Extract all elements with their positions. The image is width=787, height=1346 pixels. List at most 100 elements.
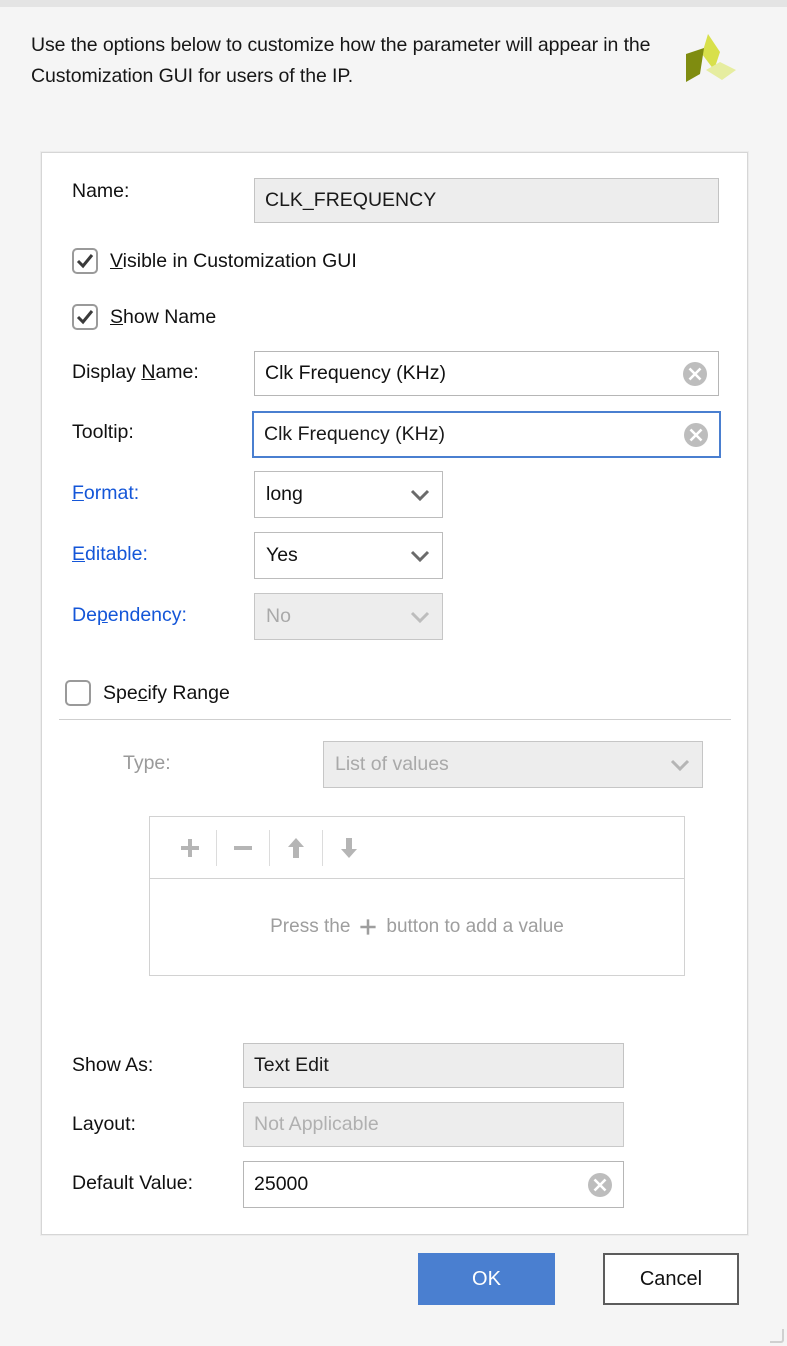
cancel-button-label: Cancel	[639, 1267, 703, 1290]
ok-button-label: OK	[472, 1267, 501, 1290]
specify-range-label-post: ify Range	[147, 681, 230, 704]
display-name-row: Display Name:	[72, 361, 199, 384]
display-name-label-pre: Display	[72, 361, 142, 383]
type-value-text: List of values	[335, 753, 449, 775]
name-row: Name:	[72, 180, 254, 203]
format-value-text: long	[266, 483, 303, 505]
move-up-button[interactable]	[270, 826, 322, 870]
arrow-up-icon	[288, 837, 304, 858]
dependency-label-post: endency:	[107, 604, 187, 626]
empty-state-text-after: button to add a value	[386, 916, 564, 937]
editable-mnemonic: E	[72, 543, 86, 565]
editable-row: Editable:	[72, 543, 148, 566]
show-name-checkbox[interactable]	[72, 304, 98, 330]
editable-label-rest: ditable:	[85, 543, 148, 565]
tooltip-input[interactable]: Clk Frequency (KHz)	[252, 411, 721, 458]
show-name-label-rest: how Name	[123, 305, 217, 328]
visible-in-gui-label: Visible in Customization GUI	[110, 250, 357, 273]
format-row: Format:	[72, 482, 139, 505]
format-mnemonic: F	[72, 482, 84, 504]
specify-range-mnemonic: c	[137, 681, 148, 704]
tooltip-row: Tooltip:	[72, 421, 134, 444]
specify-range-checkbox-row[interactable]: Specify Range	[65, 680, 230, 706]
specify-range-label-pre: Spe	[103, 681, 138, 704]
values-list-empty-state: Press the button to add a value	[150, 879, 684, 975]
chevron-down-icon	[410, 489, 430, 501]
plus-icon-inline	[357, 916, 379, 938]
display-name-mnemonic: N	[141, 361, 156, 383]
type-select: List of values	[323, 741, 703, 788]
layout-row: Layout:	[72, 1113, 136, 1136]
remove-value-button[interactable]	[217, 826, 269, 870]
resize-grip[interactable]	[770, 1329, 784, 1343]
dialog-header: Use the options below to customize how t…	[31, 30, 756, 94]
visible-mnemonic: V	[110, 249, 123, 272]
show-name-checkbox-row[interactable]: Show Name	[72, 304, 216, 330]
display-name-label: Display Name:	[72, 361, 199, 384]
format-label[interactable]: Format:	[72, 482, 139, 505]
clear-circle-icon[interactable]	[587, 1172, 613, 1198]
plus-icon	[360, 919, 377, 935]
type-label: Type:	[123, 752, 171, 774]
default-value-input[interactable]: 25000	[243, 1161, 624, 1208]
chevron-down-icon	[410, 550, 430, 562]
dependency-label-pre: De	[72, 604, 97, 626]
visible-in-gui-checkbox-row[interactable]: Visible in Customization GUI	[72, 248, 357, 274]
editable-select[interactable]: Yes	[254, 532, 443, 579]
format-select[interactable]: long	[254, 471, 443, 518]
default-value-text: 25000	[254, 1173, 309, 1195]
visible-in-gui-checkbox[interactable]	[72, 248, 98, 274]
clear-circle-icon[interactable]	[683, 422, 709, 448]
dependency-row: Dependency:	[72, 604, 187, 627]
show-as-label: Show As:	[72, 1054, 154, 1076]
window-top-edge	[0, 0, 787, 7]
tooltip-value-text: Clk Frequency (KHz)	[264, 423, 445, 445]
layout-label: Layout:	[72, 1113, 136, 1135]
display-name-input[interactable]: Clk Frequency (KHz)	[254, 351, 719, 396]
check-icon	[76, 254, 94, 269]
tooltip-label: Tooltip:	[72, 421, 134, 443]
section-divider	[59, 719, 731, 720]
cancel-button[interactable]: Cancel	[603, 1253, 739, 1305]
arrow-down-icon	[341, 837, 357, 858]
add-value-button[interactable]	[164, 826, 216, 870]
dependency-mnemonic: p	[96, 604, 108, 626]
dependency-value-text: No	[266, 605, 291, 627]
show-name-mnemonic: S	[110, 305, 124, 328]
ok-button[interactable]: OK	[418, 1253, 555, 1305]
specify-range-checkbox[interactable]	[65, 680, 91, 706]
layout-field: Not Applicable	[243, 1102, 624, 1147]
visible-label-rest: isible in Customization GUI	[122, 249, 357, 272]
dialog-description: Use the options below to customize how t…	[31, 34, 651, 87]
show-name-label: Show Name	[110, 306, 216, 329]
layout-value-text: Not Applicable	[254, 1113, 379, 1135]
plus-icon	[181, 838, 199, 857]
check-icon	[76, 310, 94, 325]
clear-circle-icon[interactable]	[682, 361, 708, 387]
values-list-widget: Press the button to add a value	[149, 816, 685, 976]
editable-label[interactable]: Editable:	[72, 543, 148, 566]
type-row: Type:	[123, 752, 171, 775]
empty-state-text-before: Press the	[270, 916, 351, 937]
dependency-label[interactable]: Dependency:	[72, 604, 187, 627]
editable-value-text: Yes	[266, 544, 298, 566]
chevron-down-icon	[670, 759, 690, 771]
move-down-button[interactable]	[323, 826, 375, 870]
show-as-field: Text Edit	[243, 1043, 624, 1088]
default-value-label: Default Value:	[72, 1172, 194, 1194]
parameter-options-panel: Name: CLK_FREQUENCY Visible in Customiza…	[41, 152, 748, 1235]
show-as-value-text: Text Edit	[254, 1054, 329, 1076]
specify-range-label: Specify Range	[103, 682, 230, 705]
vivado-pinwheel-logo	[686, 34, 736, 82]
values-list-toolbar	[150, 817, 684, 879]
display-name-value-text: Clk Frequency (KHz)	[265, 362, 446, 384]
name-value-field[interactable]: CLK_FREQUENCY	[254, 178, 719, 223]
name-value-text: CLK_FREQUENCY	[265, 189, 437, 211]
format-label-rest: ormat:	[83, 482, 140, 504]
minus-icon	[234, 845, 252, 850]
default-value-row: Default Value:	[72, 1172, 193, 1195]
dependency-select: No	[254, 593, 443, 640]
show-as-row: Show As:	[72, 1054, 153, 1077]
chevron-down-icon	[410, 611, 430, 623]
name-label: Name:	[72, 180, 130, 202]
